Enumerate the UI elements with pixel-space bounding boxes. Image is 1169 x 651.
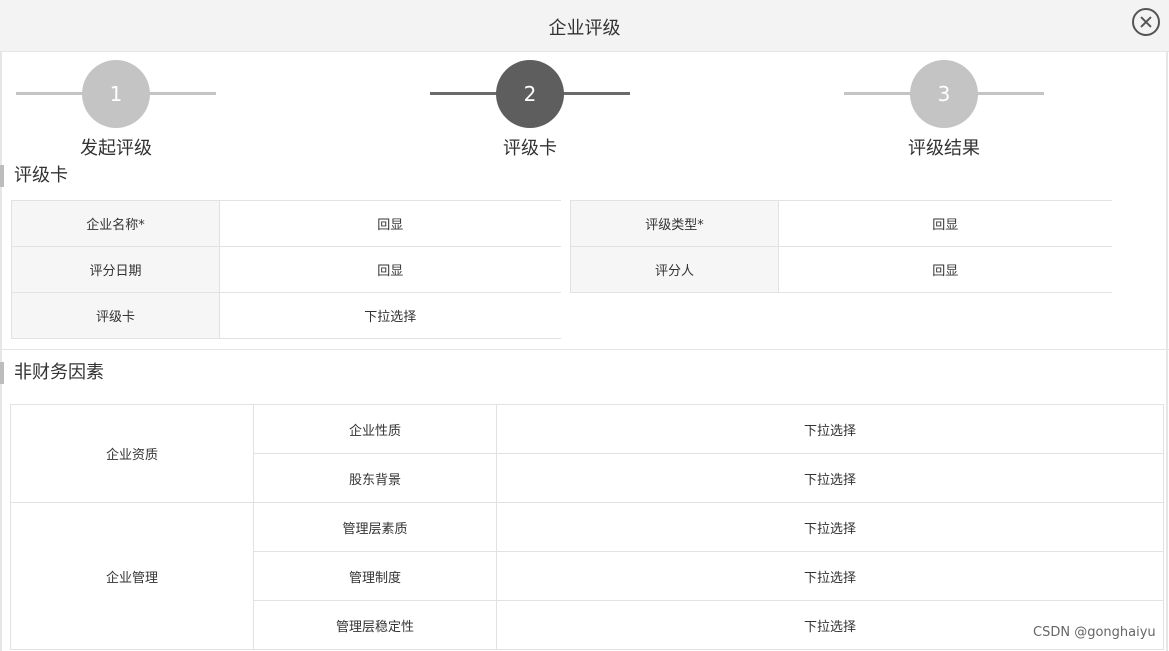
factor-name-cell: 管理制度: [253, 551, 497, 601]
step-3[interactable]: 3 评级结果: [844, 60, 1044, 160]
factor-value-select[interactable]: 下拉选择: [496, 404, 1164, 454]
factor-value-select[interactable]: 下拉选择: [496, 502, 1164, 552]
close-icon[interactable]: [1132, 8, 1160, 36]
form-row: 评级类型* 回显: [570, 200, 1112, 247]
section-title-rating-card: 评级卡: [0, 165, 68, 187]
watermark: CSDN @gonghaiyu: [1033, 625, 1156, 640]
factor-name-cell: 企业性质: [253, 404, 497, 454]
step-number: 1: [82, 60, 150, 128]
step-connector: [844, 92, 914, 95]
dialog-titlebar: 企业评级: [0, 0, 1169, 52]
score-date-field[interactable]: 回显: [219, 246, 561, 293]
factor-name-cell: 管理层稳定性: [253, 600, 497, 650]
factor-value-select[interactable]: 下拉选择: [496, 453, 1164, 503]
field-label: 评级类型*: [570, 200, 779, 247]
step-2[interactable]: 2 评级卡: [430, 60, 630, 160]
dialog-border-right: [1166, 52, 1168, 651]
step-connector: [430, 92, 500, 95]
field-label: 评分日期: [11, 246, 220, 293]
step-connector: [16, 92, 86, 95]
step-label: 评级卡: [503, 138, 557, 159]
step-connector: [146, 92, 216, 95]
step-1[interactable]: 1 发起评级: [16, 60, 216, 160]
company-name-field[interactable]: 回显: [219, 200, 561, 247]
rating-card-select[interactable]: 下拉选择: [219, 292, 561, 339]
scorer-field[interactable]: 回显: [778, 246, 1112, 293]
factor-name-cell: 股东背景: [253, 453, 497, 503]
field-label: 评分人: [570, 246, 779, 293]
section-title-non-financial: 非财务因素: [0, 362, 104, 384]
factor-group-cell: 企业管理: [10, 502, 254, 650]
dialog-title: 企业评级: [548, 18, 621, 39]
step-label: 发起评级: [80, 138, 152, 159]
rating-card-form-right: 评级类型* 回显 评分人 回显: [570, 200, 1112, 293]
factor-group-cell: 企业资质: [10, 404, 254, 503]
field-label: 评级卡: [11, 292, 220, 339]
step-connector: [560, 92, 630, 95]
form-row: 评级卡 下拉选择: [11, 292, 561, 339]
table-row: 企业资质 企业性质 下拉选择: [10, 404, 1164, 503]
factor-value-select[interactable]: 下拉选择: [496, 551, 1164, 601]
section-divider: [0, 349, 1169, 350]
step-number: 3: [910, 60, 978, 128]
form-row: 评分人 回显: [570, 246, 1112, 293]
form-row: 评分日期 回显: [11, 246, 561, 293]
field-label: 企业名称*: [11, 200, 220, 247]
form-row: 企业名称* 回显: [11, 200, 561, 247]
table-row: 企业管理 管理层素质 下拉选择: [10, 502, 1164, 650]
rating-card-form-left: 企业名称* 回显 评分日期 回显 评级卡 下拉选择: [11, 200, 561, 339]
rating-type-field[interactable]: 回显: [778, 200, 1112, 247]
step-label: 评级结果: [908, 138, 980, 159]
non-financial-table: 企业资质 企业性质 下拉选择 股东背景 下拉选择 企业管理 管理层素质 下拉选择…: [10, 404, 1164, 650]
step-number: 2: [496, 60, 564, 128]
step-connector: [974, 92, 1044, 95]
factor-name-cell: 管理层素质: [253, 502, 497, 552]
